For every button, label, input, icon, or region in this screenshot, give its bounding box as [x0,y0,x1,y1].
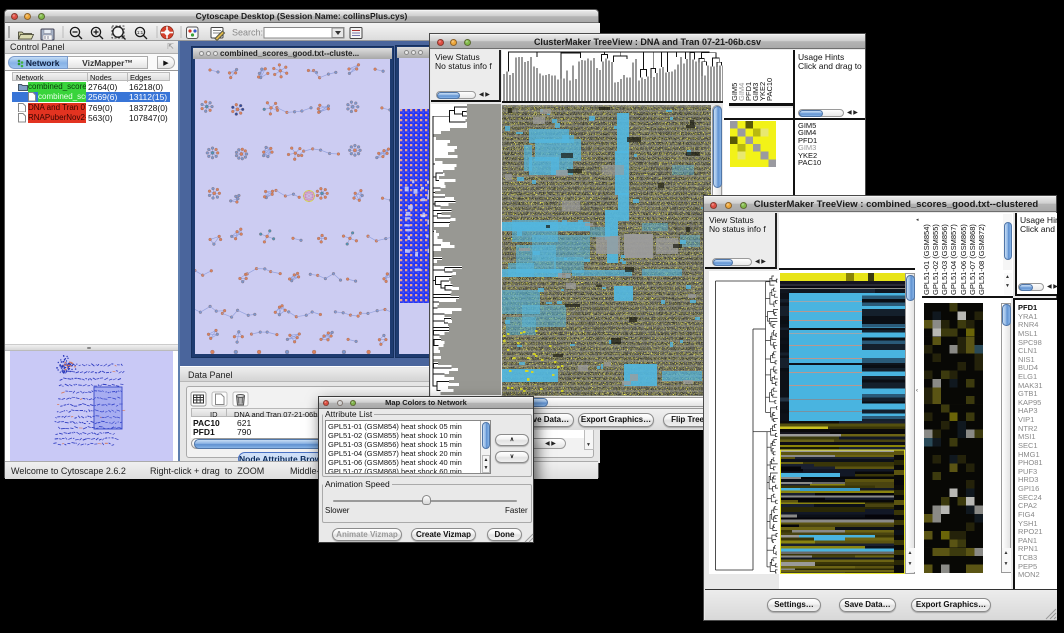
svg-text:Search:: Search: [232,28,263,38]
svg-text:1:1: 1:1 [137,30,144,35]
